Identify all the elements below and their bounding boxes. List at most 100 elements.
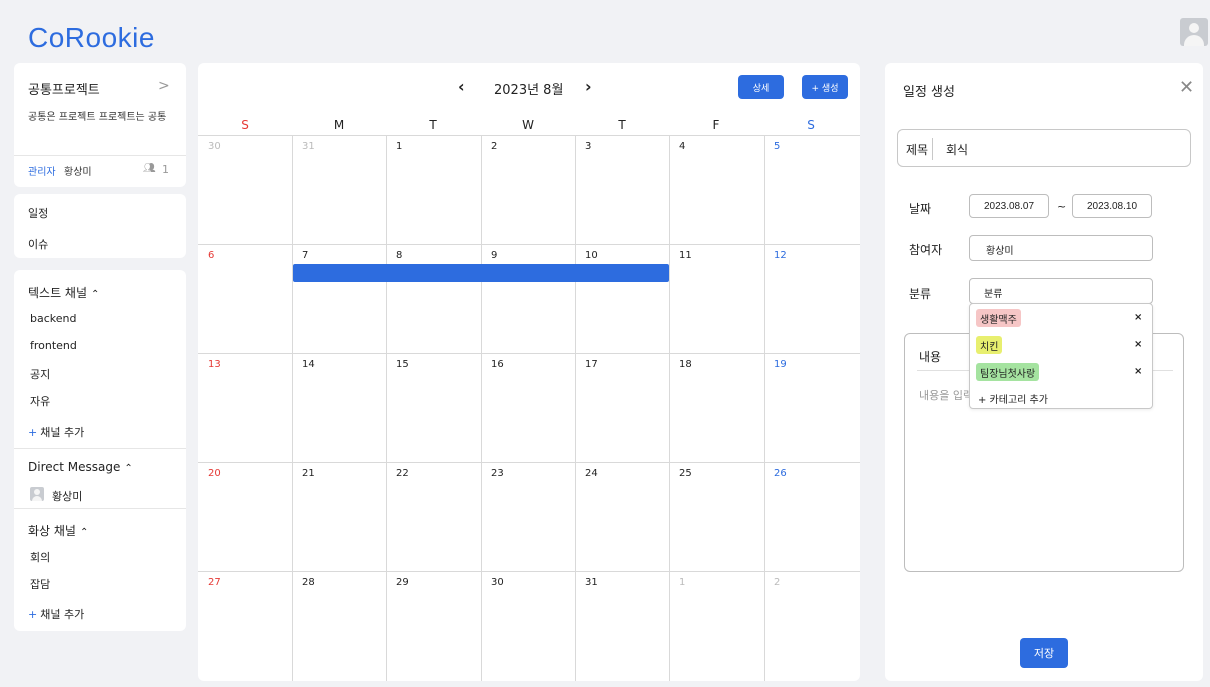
day-number[interactable]: 13	[208, 359, 221, 370]
day-number[interactable]: 23	[491, 468, 504, 479]
day-number[interactable]: 1	[396, 141, 402, 152]
day-number[interactable]: 22	[396, 468, 409, 479]
nav-schedule[interactable]: 일정	[28, 205, 48, 221]
panel-title: 일정 생성	[903, 85, 955, 100]
nav-issue[interactable]: 이슈	[28, 236, 48, 252]
weekday-label: M	[333, 118, 345, 132]
calendar: ‹ 2023년 8월 › 상세 + 생성 S M T W T F S 30 31…	[198, 63, 860, 681]
day-number[interactable]: 4	[679, 141, 685, 152]
participant-label: 참여자	[909, 243, 943, 257]
content-label: 내용	[919, 350, 942, 364]
close-icon[interactable]: ✕	[1179, 77, 1194, 98]
add-channel-label: 채널 추가	[40, 608, 85, 621]
members-count: 1	[162, 163, 169, 176]
weekday-label: S	[241, 118, 249, 132]
day-number[interactable]: 3	[585, 141, 591, 152]
day-number[interactable]: 9	[491, 250, 497, 261]
day-number[interactable]: 31	[585, 577, 598, 588]
day-number[interactable]: 16	[491, 359, 504, 370]
direct-message-title: Direct Message	[28, 460, 121, 474]
admin-name: 황상미	[64, 167, 92, 178]
day-number[interactable]: 11	[679, 250, 692, 261]
plus-icon: +	[28, 426, 38, 439]
project-card: 공통프로젝트 > 공통은 프로젝트 프로젝트는 공통 관리자 황상미 👥︎ 1	[14, 63, 186, 187]
day-number[interactable]: 2	[774, 577, 780, 588]
day-number[interactable]: 30	[491, 577, 504, 588]
project-description: 공통은 프로젝트 프로젝트는 공통	[28, 112, 167, 123]
day-number[interactable]: 24	[585, 468, 598, 479]
create-button[interactable]: + 생성	[802, 75, 848, 99]
channel-item[interactable]: backend	[30, 312, 76, 325]
day-number[interactable]: 2	[491, 141, 497, 152]
text-channels-header[interactable]: 텍스트 채널 ⌃	[28, 284, 99, 301]
day-number[interactable]: 29	[396, 577, 409, 588]
day-number[interactable]: 7	[302, 250, 308, 261]
day-number[interactable]: 8	[396, 250, 402, 261]
day-number[interactable]: 15	[396, 359, 409, 370]
title-value[interactable]: 회식	[946, 141, 968, 158]
date-separator: ~	[1057, 200, 1067, 213]
day-number[interactable]: 12	[774, 250, 787, 261]
chevron-right-icon[interactable]: >	[158, 78, 170, 94]
day-number[interactable]: 6	[208, 250, 214, 261]
participant-input[interactable]: 황상미	[969, 235, 1153, 261]
calendar-grid: 30 31 1 2 3 4 5 6 7 8 9 10 11 12 13 14 1…	[198, 135, 860, 681]
detail-button[interactable]: 상세	[738, 75, 784, 99]
dm-user[interactable]: 황상미	[52, 488, 82, 504]
event-bar[interactable]	[293, 264, 669, 282]
next-month-icon[interactable]: ›	[585, 77, 592, 96]
video-channel-item[interactable]: 회의	[30, 549, 50, 565]
day-number[interactable]: 5	[774, 141, 780, 152]
day-number[interactable]: 27	[208, 577, 221, 588]
day-number[interactable]: 17	[585, 359, 598, 370]
category-select[interactable]: 분류	[969, 278, 1153, 304]
end-date-input[interactable]: 2023.08.10	[1072, 194, 1152, 218]
app-logo: CoRookie	[28, 22, 155, 53]
channel-item[interactable]: frontend	[30, 339, 77, 352]
day-number[interactable]: 19	[774, 359, 787, 370]
category-tag[interactable]: 치킨	[976, 336, 1003, 354]
members-icon: 👥︎	[143, 163, 156, 174]
video-channels-header[interactable]: 화상 채널 ⌃	[28, 522, 88, 539]
remove-icon[interactable]: ×	[1134, 366, 1142, 377]
day-number[interactable]: 10	[585, 250, 598, 261]
user-avatar[interactable]	[1180, 18, 1208, 46]
add-category-button[interactable]: + 카테고리 추가	[978, 391, 1048, 406]
category-tag[interactable]: 팀장님첫사랑	[976, 363, 1040, 381]
save-button[interactable]: 저장	[1020, 638, 1068, 668]
plus-icon: +	[28, 608, 38, 621]
create-schedule-panel: 일정 생성 ✕ 제목 회식 날짜 2023.08.07 ~ 2023.08.10…	[885, 63, 1203, 681]
project-title[interactable]: 공통프로젝트	[28, 79, 100, 98]
day-number[interactable]: 31	[302, 141, 315, 152]
channel-item[interactable]: 공지	[30, 366, 50, 382]
divider	[14, 508, 186, 509]
direct-message-header[interactable]: Direct Message ⌃	[28, 460, 133, 474]
remove-icon[interactable]: ×	[1134, 339, 1142, 350]
video-channel-item[interactable]: 잡담	[30, 576, 50, 592]
category-value: 분류	[984, 289, 1003, 300]
day-number[interactable]: 18	[679, 359, 692, 370]
day-number[interactable]: 20	[208, 468, 221, 479]
day-number[interactable]: 1	[679, 577, 685, 588]
weekday-label: W	[522, 118, 534, 132]
title-field[interactable]: 제목 회식	[897, 129, 1191, 167]
category-label: 분류	[909, 287, 932, 301]
weekday-label: S	[807, 118, 815, 132]
prev-month-icon[interactable]: ‹	[458, 77, 465, 96]
start-date-input[interactable]: 2023.08.07	[969, 194, 1049, 218]
channel-item[interactable]: 자유	[30, 393, 50, 409]
day-number[interactable]: 26	[774, 468, 787, 479]
category-dropdown: 생활맥주 × 치킨 × 팀장님첫사랑 × + 카테고리 추가	[969, 303, 1153, 409]
day-number[interactable]: 28	[302, 577, 315, 588]
participant-value: 황상미	[986, 246, 1014, 257]
day-number[interactable]: 30	[208, 141, 221, 152]
day-number[interactable]: 21	[302, 468, 315, 479]
remove-icon[interactable]: ×	[1134, 312, 1142, 323]
chevron-up-icon: ⌃	[124, 463, 133, 474]
add-text-channel-button[interactable]: + 채널 추가	[28, 424, 84, 440]
add-video-channel-button[interactable]: + 채널 추가	[28, 606, 84, 622]
category-tag[interactable]: 생활맥주	[976, 309, 1021, 327]
video-channels-title: 화상 채널	[28, 524, 76, 538]
day-number[interactable]: 14	[302, 359, 315, 370]
day-number[interactable]: 25	[679, 468, 692, 479]
